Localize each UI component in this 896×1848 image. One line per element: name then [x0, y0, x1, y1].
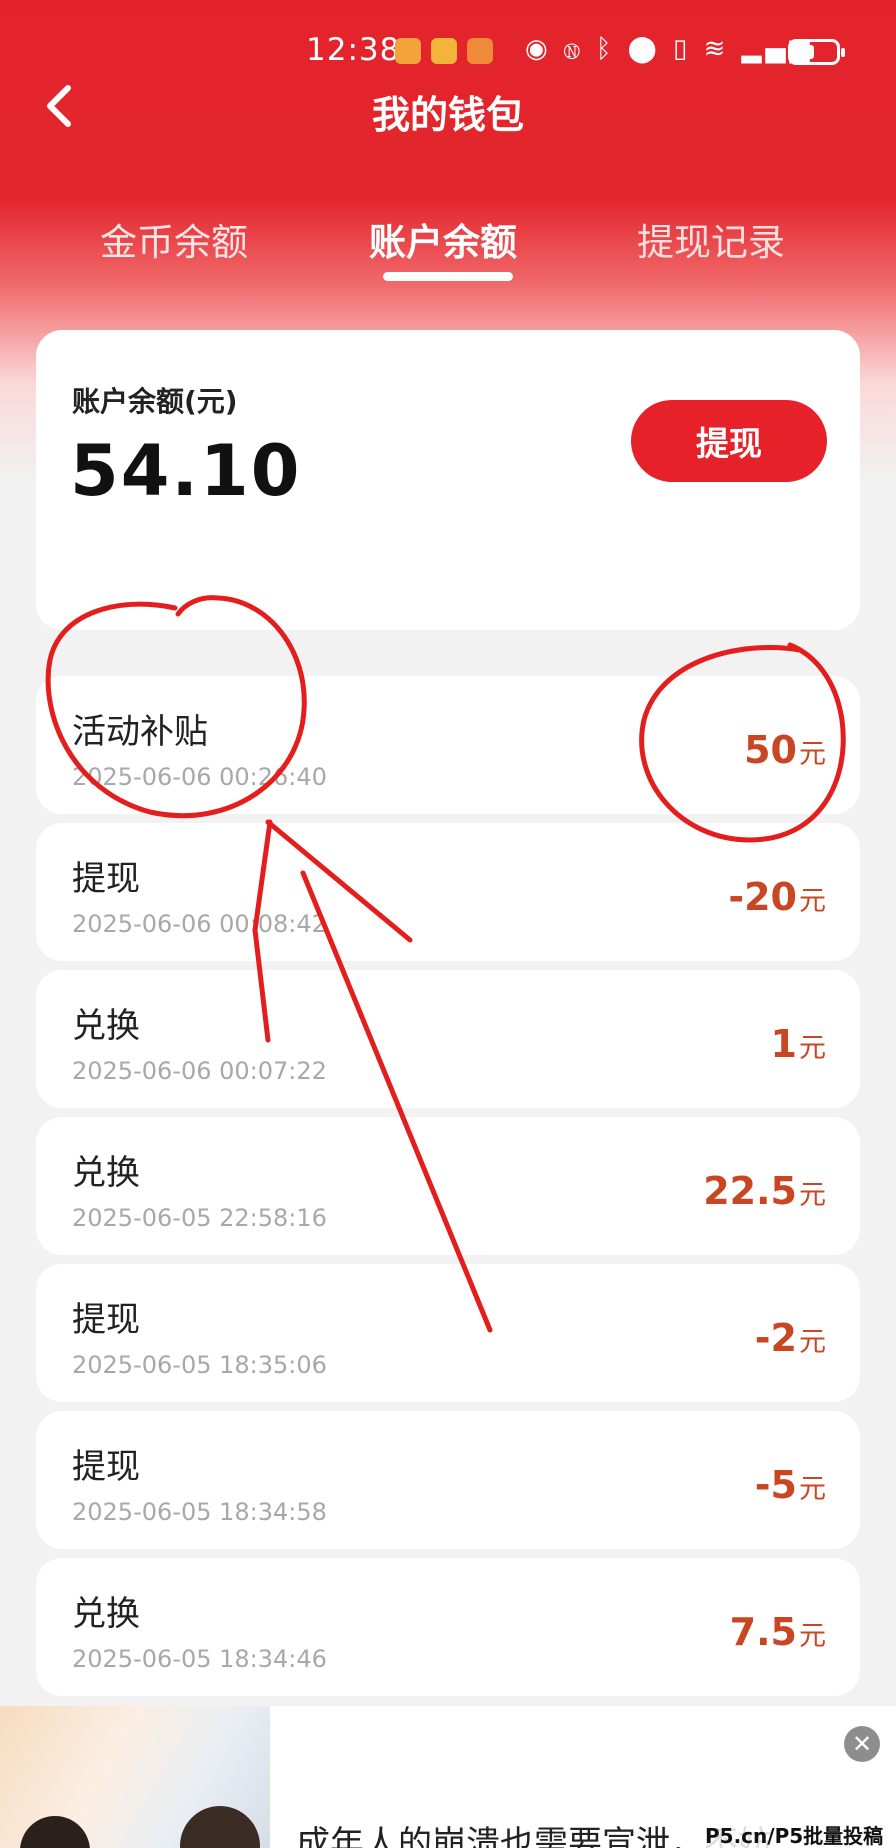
notification-icon — [467, 38, 493, 64]
system-status-icons: ◉ Ⓝ ᛒ ⬤ ▯ ≋ ▂▄▆ — [525, 34, 814, 64]
balance-card: 账户余额(元) 54.10 提现 — [36, 330, 860, 630]
transaction-item[interactable]: 活动补贴 2025-06-06 00:26:40 50元 — [36, 676, 860, 814]
transaction-amount: -2元 — [754, 1316, 826, 1360]
transaction-time: 2025-06-06 00:07:22 — [72, 1057, 327, 1085]
active-tab-indicator — [383, 272, 513, 281]
tab-account-balance[interactable]: 账户余额 — [369, 212, 517, 266]
transaction-amount: 1元 — [770, 1022, 826, 1066]
transaction-amount: -5元 — [754, 1463, 826, 1507]
transaction-item[interactable]: 兑换 2025-06-05 18:34:46 7.5元 — [36, 1558, 860, 1696]
battery-icon — [788, 39, 845, 65]
transaction-item[interactable]: 提现 2025-06-06 00:08:42 -20元 — [36, 823, 860, 961]
page-title: 我的钱包 — [371, 93, 524, 137]
balance-label: 账户余额(元) — [72, 385, 238, 418]
tab-coin-balance[interactable]: 金币余额 — [100, 212, 248, 266]
transaction-time: 2025-06-05 18:34:46 — [72, 1645, 327, 1673]
transaction-time: 2025-06-05 22:58:16 — [72, 1204, 327, 1232]
notification-icon — [431, 38, 457, 64]
status-bar: 12:38 ◉ Ⓝ ᛒ ⬤ ▯ ≋ ▂▄▆ — [0, 30, 896, 74]
transaction-item[interactable]: 提现 2025-06-05 18:35:06 -2元 — [36, 1264, 860, 1402]
transaction-type: 提现 — [72, 1300, 140, 1340]
ad-thumbnail — [0, 1706, 270, 1848]
transaction-time: 2025-06-05 18:35:06 — [72, 1351, 327, 1379]
transaction-time: 2025-06-05 18:34:58 — [72, 1498, 327, 1526]
transaction-amount: 7.5元 — [729, 1610, 826, 1654]
transaction-amount: 22.5元 — [703, 1169, 826, 1213]
transaction-type: 兑换 — [72, 1594, 140, 1634]
status-time: 12:38 — [306, 32, 401, 68]
transaction-type: 提现 — [72, 859, 140, 899]
balance-amount: 54.10 — [70, 430, 302, 512]
tab-withdraw-records[interactable]: 提现记录 — [637, 212, 785, 266]
transaction-type: 兑换 — [72, 1153, 140, 1193]
withdraw-button[interactable]: 提现 — [631, 400, 827, 482]
transaction-amount: 50元 — [744, 728, 826, 772]
transaction-item[interactable]: 兑换 2025-06-05 22:58:16 22.5元 — [36, 1117, 860, 1255]
transaction-item[interactable]: 兑换 2025-06-06 00:07:22 1元 — [36, 970, 860, 1108]
transaction-amount: -20元 — [728, 875, 826, 919]
watermark: P5.cn/P5批量投稿平台 — [702, 1820, 896, 1848]
transaction-type: 活动补贴 — [72, 712, 208, 752]
ad-text: 成年人的崩溃也需要宣泄，不妨 — [296, 1824, 772, 1848]
transaction-type: 提现 — [72, 1447, 140, 1487]
transaction-time: 2025-06-06 00:26:40 — [72, 763, 327, 791]
transaction-type: 兑换 — [72, 1006, 140, 1046]
close-icon[interactable]: ✕ — [844, 1726, 880, 1762]
notification-icon — [395, 38, 421, 64]
transaction-time: 2025-06-06 00:08:42 — [72, 910, 327, 938]
transaction-item[interactable]: 提现 2025-06-05 18:34:58 -5元 — [36, 1411, 860, 1549]
